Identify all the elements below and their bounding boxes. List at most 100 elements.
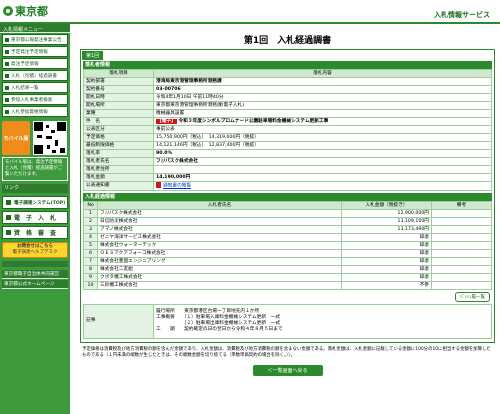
column-header: 入札金額（税抜き） <box>341 200 432 210</box>
sidebar-item-label: 入札参加資格情報 <box>11 109 48 115</box>
bidder-no: 2 <box>83 216 98 226</box>
sidebar-item-koho[interactable]: 東京都公報発注事業公告 <box>2 34 68 45</box>
bullet-icon <box>5 61 9 66</box>
page-title: 第1回 入札経過調書 <box>243 36 332 46</box>
bidder-amount: 辞退 <box>341 232 432 242</box>
bidder-note <box>431 264 492 274</box>
sidebar-item-shikaku[interactable]: 入札参加資格情報 <box>2 106 68 117</box>
row-value: 通知書の閲覧 <box>153 181 492 191</box>
back-to-list-button[interactable]: ＜一覧画面へ戻る <box>252 364 323 376</box>
mobile-note: モバイル版は、発注予定情報と入札（見積）経過調書がご覧いただけます。 <box>2 157 68 181</box>
bidder-no: 1 <box>83 208 98 218</box>
bullet-icon <box>6 230 11 235</box>
notice-link[interactable]: 通知書の閲覧 <box>163 184 191 189</box>
sidebar-item-hachu-yotei[interactable]: 発注予定情報 <box>2 58 68 69</box>
sidebar-item-label: 入札結果一覧 <box>11 85 39 91</box>
row-label: 落札者住所 <box>83 165 154 174</box>
table-header-row: 落札項目 落札内容 <box>83 69 492 78</box>
bidder-name: 株式会社豊国エンジニアリング <box>97 256 342 266</box>
row-label: 業種 <box>83 109 154 118</box>
table-row: 開札日時 令和4年1月10日 午前11時40分 <box>83 93 492 102</box>
sidebar-link-chotatsu-top[interactable]: 電子調達システム(TOP) <box>2 196 68 209</box>
row-label: 最低制限価格 <box>83 141 154 150</box>
bullet-icon <box>5 97 9 102</box>
bidder-name: クボタ機工株式会社 <box>97 272 342 282</box>
tab-round-1[interactable]: 第1回 <box>82 51 104 60</box>
sidebar-link-official-site[interactable]: 東京都公式ホームページ <box>2 280 68 289</box>
row-value: 90.0% <box>153 149 492 158</box>
links-head: リンク <box>2 184 68 193</box>
bidder-no: 10 <box>83 280 98 290</box>
row-value: 【電子】 令和３年度シンボルプロムナード公園駐車場料金機械システム更新工事 <box>153 117 492 126</box>
history-button[interactable]: ﾊﾞｯｼｭ履一覧 <box>455 291 490 302</box>
bidder-name: 株式会社二友組 <box>97 264 342 274</box>
bidder-no: 9 <box>83 272 98 282</box>
summary-table: 落札項目 落札内容 契約部署 港湾局東京港管理事務所港務課 契約番号 03-0070… <box>83 69 492 191</box>
bidder-no: 7 <box>83 256 98 266</box>
column-header: 入札者氏名 <box>97 200 342 210</box>
helpdesk-button[interactable]: お問合せはこちら 電子調達ヘルプデスク <box>2 242 68 258</box>
row-label: 件 名 <box>83 117 154 126</box>
table-row: 6 ＯＥＳアクアフォーコ株式会社 辞退 <box>83 248 492 258</box>
service-title: 入札情報サービス <box>434 11 490 19</box>
bidders-table: No 入札者氏名 入札金額（税抜き） 備考 1 フジパスク株式会社 12,900,0… <box>83 200 492 290</box>
sidebar-link-kyodo-unei[interactable]: 東京都電子自治体共同運営 <box>2 270 68 279</box>
row-value: 03-00706 <box>153 85 492 94</box>
bullet-icon <box>5 73 9 78</box>
sidebar-item-kekka-ichiran[interactable]: 入札結果一覧 <box>2 82 68 93</box>
sidebar-item-keika-chosho[interactable]: 入札（見積）経過調書 <box>2 70 68 81</box>
row-label: 落札者氏名 <box>83 157 154 166</box>
column-header: 落札内容 <box>153 69 492 78</box>
subject-text: 令和３年度シンボルプロムナード公園駐車場料金機械システム更新工事 <box>178 119 329 124</box>
bullet-icon <box>5 85 9 90</box>
table-row: 7 株式会社豊国エンジニアリング 辞退 <box>83 256 492 266</box>
sidebar: 入札情報メニュー 東京都公報発注事業公告 予定発注予定情報 発注予定情報 入札（… <box>0 24 70 414</box>
sidebar-link-label: 電 子 入 札 <box>14 215 57 222</box>
table-row: 件 名 【電子】 令和３年度シンボルプロムナード公園駐車場料金機械システム更新工… <box>83 117 492 126</box>
bidder-note <box>431 272 492 282</box>
row-value: 東京都東京港管理事務所港務課(電子入札) <box>153 101 492 110</box>
electronic-tag-text: 電子 <box>161 119 172 124</box>
bullet-icon <box>5 49 9 54</box>
table-row: 契約部署 港湾局東京港管理事務所港務課 <box>83 77 492 86</box>
table-row: 記事 履行場所 東京都港区台場一丁目地先内１か所 工事概要 （１）駐車場入庫料金… <box>83 303 492 339</box>
bidder-amount: 辞退 <box>341 240 432 250</box>
table-row: 予定価格 15,750,900円（税込） 14,319,000円（税抜） <box>83 133 492 142</box>
bidder-note <box>431 248 492 258</box>
column-header: 落札項目 <box>83 69 154 78</box>
tokyo-logo[interactable]: 東京都 <box>3 3 63 18</box>
sidebar-item-yotei-hachu[interactable]: 予定発注予定情報 <box>2 46 68 57</box>
row-label: 公表区分 <box>83 125 154 134</box>
electronic-tag: 【電子】 <box>156 119 177 124</box>
bidder-amount: 辞退 <box>341 248 432 258</box>
bidder-name: フジパスク株式会社 <box>97 208 342 218</box>
main-content: 第1回 入札経過調書 第1回 落札者情報 落札項目 落札内容 契約部署 港湾局東京… <box>80 30 495 376</box>
helpdesk-sub: 電子調達ヘルプデスク <box>12 250 58 255</box>
table-row: 契約番号 03-00706 <box>83 85 492 94</box>
row-value: 事前公表 <box>153 125 492 134</box>
bidder-amount: 不参 <box>341 280 432 290</box>
bidders-section-head: 入札経過情報 <box>83 192 492 201</box>
remarks-text: 履行場所 東京都港区台場一丁目地先内１か所 工事概要 （１）駐車場入庫料金機械シ… <box>153 303 492 339</box>
bidder-name: 株式会社ウォーターテック <box>97 240 342 250</box>
bidder-note <box>431 216 492 226</box>
bidder-amount: 辞退 <box>341 272 432 282</box>
mobile-section: モバイル版 <box>2 121 68 155</box>
table-row: 1 フジパスク株式会社 12,900,000円 <box>83 208 492 218</box>
bidder-name: 日信防災株式会社 <box>97 216 342 226</box>
mobile-button[interactable]: モバイル版 <box>2 121 30 155</box>
bidder-name: 三鈴機工株式会社 <box>97 280 342 290</box>
tokyo-emblem-icon <box>3 5 13 16</box>
row-label: 契約番号 <box>83 85 154 94</box>
remarks-label: 記事 <box>83 303 154 339</box>
bullet-icon <box>6 200 11 205</box>
table-row: 落札金額 14,190,000円 <box>83 173 492 182</box>
table-row: 落札者氏名 フジパスク株式会社 <box>83 157 492 166</box>
bidder-note <box>431 208 492 218</box>
bidder-amount: 13,109,100円 <box>341 216 432 226</box>
remarks-table: 記事 履行場所 東京都港区台場一丁目地先内１か所 工事概要 （１）駐車場入庫料金… <box>83 303 492 339</box>
sidebar-link-denshi-nyusatsu[interactable]: 電 子 入 札 <box>2 211 68 224</box>
sidebar-link-shikaku-shinsa[interactable]: 資 格 審 査 <box>2 226 68 239</box>
bidder-name: ゼニヤ海洋サービス株式会社 <box>97 232 342 242</box>
sidebar-item-jigyosha-kensaku[interactable]: 参加入札事業者検索 <box>2 94 68 105</box>
